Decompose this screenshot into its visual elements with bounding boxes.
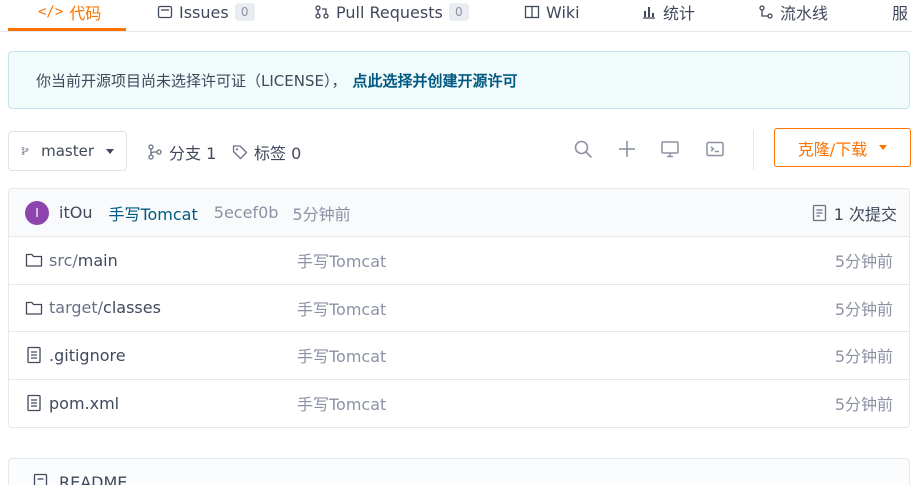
pull-request-icon xyxy=(315,5,329,19)
tab-service-label: 服 xyxy=(892,4,909,23)
tab-pipeline-label: 流水线 xyxy=(780,4,829,23)
commit-message[interactable]: 手写Tomcat xyxy=(108,201,197,225)
file-commit-time: 5分钟前 xyxy=(834,299,893,319)
license-banner: 你当前开源项目尚未选择许可证（LICENSE）， 点此选择并创建开源许可 xyxy=(8,51,910,109)
issues-count-badge: 0 xyxy=(234,3,255,21)
file-icon xyxy=(27,346,41,364)
commit-count-label: 1 次提交 xyxy=(833,205,897,224)
file-name[interactable]: target/classes xyxy=(49,298,161,317)
latest-commit-bar: I itOu 手写Tomcat 5ecef0b 5分钟前 1 次提交 xyxy=(9,189,909,237)
file-dir: src/ xyxy=(49,250,78,270)
tab-stats-label: 统计 xyxy=(663,4,696,23)
tags-label: 标签 0 xyxy=(254,144,302,163)
commit-time: 5分钟前 xyxy=(292,204,351,224)
file-commit-message[interactable]: 手写Tomcat xyxy=(297,391,386,415)
pull-requests-count-badge: 0 xyxy=(448,3,469,21)
branch-select[interactable]: master xyxy=(8,131,127,171)
file-list: I itOu 手写Tomcat 5ecef0b 5分钟前 1 次提交 src/m… xyxy=(8,188,910,428)
file-name[interactable]: .gitignore xyxy=(49,346,126,365)
tag-icon xyxy=(232,145,248,160)
book-icon xyxy=(33,473,48,485)
file-leaf: main xyxy=(77,250,118,270)
tab-wiki[interactable]: Wiki xyxy=(524,0,580,32)
branches-link[interactable]: 分支 1 xyxy=(147,138,216,166)
terminal-icon xyxy=(706,141,724,157)
clone-download-label: 克隆/下载 xyxy=(797,139,868,159)
branches-label: 分支 1 xyxy=(169,144,217,163)
table-row[interactable]: target/classes 手写Tomcat 5分钟前 xyxy=(9,285,909,332)
web-ide-button[interactable] xyxy=(658,137,682,161)
tab-stats[interactable]: 统计 xyxy=(641,0,695,32)
branch-icon xyxy=(148,144,162,160)
table-row[interactable]: pom.xml 手写Tomcat 5分钟前 xyxy=(9,380,909,428)
chevron-down-icon xyxy=(106,148,114,154)
file-leaf: classes xyxy=(103,298,161,318)
tags-link[interactable]: 标签 0 xyxy=(232,138,301,166)
file-name[interactable]: pom.xml xyxy=(49,394,119,413)
pipeline-icon xyxy=(759,5,773,19)
file-commit-time: 5分钟前 xyxy=(834,347,893,367)
tab-pull-requests-label: Pull Requests xyxy=(336,2,443,22)
file-commit-time: 5分钟前 xyxy=(834,395,893,415)
avatar[interactable]: I xyxy=(25,200,49,225)
stats-icon xyxy=(643,7,655,19)
chevron-down-icon xyxy=(879,145,888,150)
plus-icon xyxy=(619,141,635,157)
folder-icon xyxy=(25,253,43,267)
active-tab-indicator xyxy=(8,28,126,31)
file-commit-message[interactable]: 手写Tomcat xyxy=(297,296,386,320)
table-row[interactable]: src/main 手写Tomcat 5分钟前 xyxy=(9,237,909,285)
readme-panel: README xyxy=(8,458,910,485)
search-button[interactable] xyxy=(571,137,595,161)
file-commit-message[interactable]: 手写Tomcat xyxy=(297,343,386,367)
tab-issues[interactable]: Issues 0 xyxy=(157,0,255,32)
toolbar-divider xyxy=(753,130,754,170)
repo-tabs: </> 代码 Issues 0 Pull Requests 0 Wiki 统计 … xyxy=(0,0,912,32)
tab-issues-label: Issues xyxy=(179,2,229,22)
create-license-link[interactable]: 点此选择并创建开源许可 xyxy=(352,70,517,91)
commit-author[interactable]: itOu xyxy=(59,203,92,222)
clone-download-button[interactable]: 克隆/下载 xyxy=(774,128,911,167)
license-banner-text: 你当前开源项目尚未选择许可证（LICENSE）， xyxy=(36,71,347,90)
terminal-button[interactable] xyxy=(703,137,727,161)
file-icon xyxy=(27,394,41,411)
file-commit-time: 5分钟前 xyxy=(834,252,893,272)
file-dir: target/ xyxy=(49,298,104,318)
monitor-icon xyxy=(661,141,679,158)
branch-name: master xyxy=(41,142,94,160)
search-icon xyxy=(574,140,592,158)
add-file-button[interactable] xyxy=(615,137,639,161)
commit-history-icon xyxy=(812,204,826,222)
file-commit-message[interactable]: 手写Tomcat xyxy=(297,248,386,272)
tab-pull-requests[interactable]: Pull Requests 0 xyxy=(314,0,469,32)
table-row[interactable]: .gitignore 手写Tomcat 5分钟前 xyxy=(9,332,909,380)
wiki-icon xyxy=(524,5,540,19)
file-leaf: .gitignore xyxy=(49,345,126,365)
branch-icon xyxy=(21,147,29,155)
tab-service[interactable]: 服 xyxy=(892,0,908,32)
folder-icon xyxy=(25,301,43,315)
code-icon: </> xyxy=(38,4,64,20)
file-leaf: pom.xml xyxy=(49,393,120,413)
tab-wiki-label: Wiki xyxy=(546,2,580,22)
issues-icon xyxy=(157,5,173,19)
tab-code-label: 代码 xyxy=(69,4,102,23)
file-name[interactable]: src/main xyxy=(49,251,118,270)
commit-count-link[interactable]: 1 次提交 xyxy=(812,189,897,237)
tab-pipeline[interactable]: 流水线 xyxy=(758,0,828,32)
commit-sha[interactable]: 5ecef0b xyxy=(214,203,279,222)
readme-title: README xyxy=(59,473,128,485)
